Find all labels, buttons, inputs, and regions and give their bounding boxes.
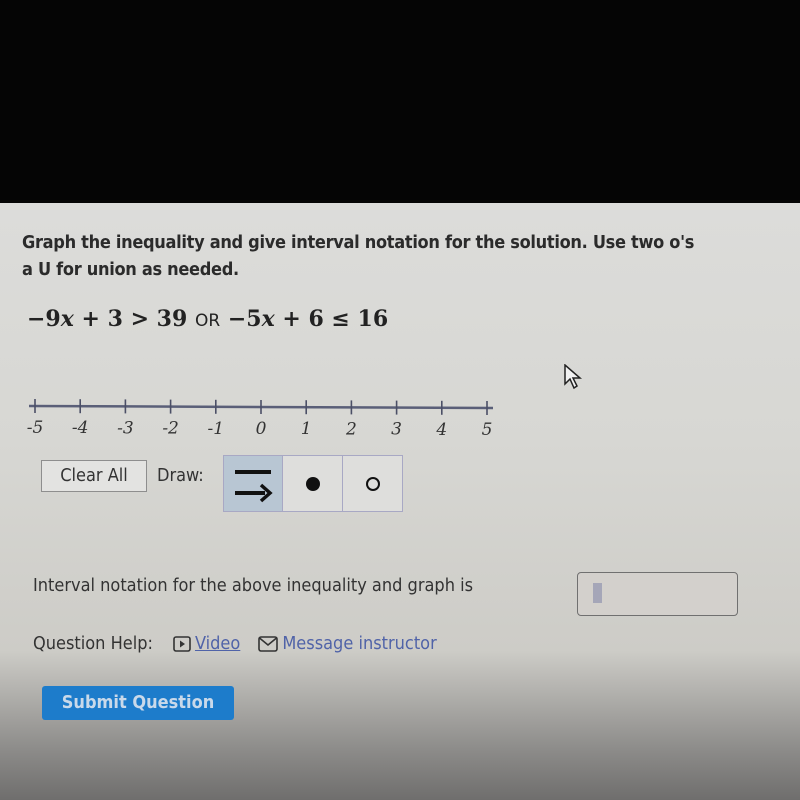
question-help-label: Question Help:	[33, 633, 153, 654]
open-circle-icon	[365, 476, 380, 491]
tick-label: -2	[162, 419, 179, 439]
envelope-icon	[258, 635, 279, 652]
instructions-line-1: Graph the inequality and give interval n…	[22, 232, 695, 253]
interval-notation-input[interactable]	[577, 572, 738, 616]
video-play-icon	[173, 635, 191, 652]
tick-label: -3	[117, 418, 134, 438]
eq-part2-coef: −5	[220, 306, 262, 332]
video-link[interactable]: Video	[173, 633, 240, 654]
number-line-graph[interactable]: -5 -4 -3 -2 -1 0 1 2 3 4 5	[25, 393, 505, 443]
tick-label: 0	[256, 419, 267, 439]
video-link-label: Video	[194, 633, 241, 654]
line-ray-icon	[235, 469, 273, 502]
closed-dot-tool-button[interactable]	[283, 455, 343, 512]
question-panel: Graph the inequality and give interval n…	[0, 203, 800, 800]
number-line-canvas[interactable]: -5 -4 -3 -2 -1 0 1 2 3 4 5	[25, 393, 505, 443]
interval-notation-label: Interval notation for the above inequali…	[33, 575, 474, 596]
message-instructor-label: Message instructor	[282, 633, 437, 654]
submit-question-button[interactable]: Submit Question	[42, 686, 234, 720]
draw-tools	[223, 455, 403, 512]
question-instructions: Graph the inequality and give interval n…	[22, 229, 800, 283]
open-dot-tool-button[interactable]	[343, 455, 403, 512]
tick-label: -1	[208, 419, 225, 439]
tick-label: 1	[301, 419, 312, 439]
clear-all-button[interactable]: Clear All	[41, 460, 147, 492]
eq-part1-var: x	[60, 306, 74, 332]
eq-part1-coef: −9	[27, 306, 61, 332]
tick-label: 5	[482, 420, 493, 440]
compound-inequality: −9x + 3 > 39 OR −5x + 6 ≤ 16	[27, 306, 388, 332]
message-instructor-link[interactable]: Message instructor	[258, 633, 437, 654]
ray-tool-button[interactable]	[223, 455, 283, 512]
eq-part2-rest: + 6 ≤ 16	[274, 306, 389, 332]
tick-label: 3	[391, 420, 402, 440]
question-help: Question Help: Video Message instructor	[33, 633, 437, 654]
eq-connector: OR	[194, 311, 221, 331]
tick-label: -5	[27, 418, 44, 438]
eq-part1-rest: + 3 > 39	[73, 306, 195, 332]
mouse-cursor-icon	[564, 364, 583, 390]
tick-label: -4	[72, 418, 89, 438]
draw-label: Draw:	[157, 465, 204, 486]
instructions-line-2: a U for union as needed.	[22, 259, 239, 280]
eq-part2-var: x	[261, 306, 275, 332]
tick-label: 4	[435, 420, 447, 440]
filled-circle-icon	[305, 476, 320, 491]
text-caret	[593, 583, 602, 603]
dark-bezel	[0, 0, 800, 203]
tick-label: 2	[345, 419, 357, 439]
